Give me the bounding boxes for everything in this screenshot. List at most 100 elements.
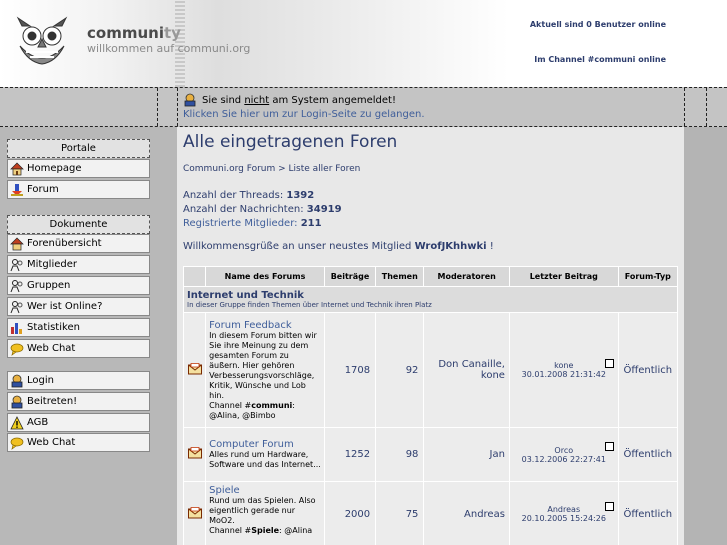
- forum-link-spiele[interactable]: Spiele: [209, 485, 321, 496]
- house-icon: [10, 162, 24, 175]
- page-header: community willkommen auf communi.org Akt…: [0, 0, 727, 87]
- sidebar-item-label: Beitreten!: [27, 396, 78, 407]
- topics-count-cell: 92: [376, 313, 424, 427]
- members-label[interactable]: Registrierte Mitglieder:: [183, 218, 301, 229]
- welcome-message: Willkommensgrüße an unser neustes Mitgli…: [183, 241, 494, 252]
- forum-icon: [11, 183, 23, 196]
- sidebar-item-label: Login: [27, 375, 54, 386]
- status-divider: [177, 88, 178, 126]
- moderators-cell[interactable]: Andreas: [424, 482, 509, 545]
- forum-name-cell: Forum Feedback In diesem Forum bitten wi…: [206, 313, 324, 427]
- forum-stats: Anzahl der Threads: 1392 Anzahl der Nach…: [183, 189, 342, 231]
- main-content: Alle eingetragenen Foren Communi.org For…: [177, 127, 684, 545]
- channel-prefix: Channel #: [209, 400, 252, 410]
- right-margin: [684, 127, 727, 545]
- forum-link-computer[interactable]: Computer Forum: [209, 439, 321, 450]
- last-post-cell: kone 30.01.2008 21:31:42: [509, 313, 618, 427]
- category-row: Internet und Technik In dieser Gruppe fi…: [184, 287, 677, 312]
- channel-online-text[interactable]: Im Channel #communi online: [534, 55, 666, 64]
- welcome-text: Willkommensgrüße an unser neustes Mitgli…: [183, 241, 415, 252]
- column-header-last-post: Letzter Beitrag: [509, 267, 618, 286]
- forum-channel-info: Channel #communi:: [209, 401, 321, 411]
- sidebar-item-label: Wer ist Online?: [27, 301, 103, 312]
- forum-type-cell: Öffentlich: [618, 428, 677, 481]
- sidebar-item-beitreten[interactable]: Beitreten!: [7, 392, 150, 411]
- goto-last-post-icon[interactable]: [604, 442, 614, 451]
- not-logged-in-link[interactable]: nicht: [244, 95, 269, 106]
- forum-status-cell: [184, 482, 206, 545]
- forum-link-feedback[interactable]: Forum Feedback: [209, 320, 321, 331]
- login-icon: [11, 374, 23, 387]
- forum-channel-users: @Alina, @Bimbo: [209, 410, 276, 420]
- icon-column-header: [184, 267, 206, 286]
- status-divider: [684, 88, 685, 126]
- sidebar-item-wer-ist-online[interactable]: Wer ist Online?: [7, 297, 150, 316]
- page-title: Alle eingetragenen Foren: [183, 132, 398, 152]
- column-header-posts: Beiträge: [324, 267, 376, 286]
- sidebar-item-mitglieder[interactable]: Mitglieder: [7, 255, 150, 274]
- users-icon: [10, 258, 23, 271]
- login-notice: Sie sind nicht am System angemeldet! Kli…: [183, 93, 425, 120]
- brand-title[interactable]: community: [87, 24, 181, 42]
- sidebar-item-gruppen[interactable]: Gruppen: [7, 276, 150, 295]
- threads-label: Anzahl der Threads:: [183, 190, 287, 201]
- sidebar-header-dokumente: Dokumente: [7, 215, 150, 234]
- forum-name-cell: Spiele Rund um das Spielen. Also eigentl…: [206, 482, 324, 545]
- envelope-icon: [187, 362, 202, 374]
- owl-logo-icon[interactable]: [12, 12, 72, 68]
- category-title[interactable]: Internet und Technik: [187, 290, 674, 301]
- sidebar-item-login[interactable]: Login: [7, 371, 150, 390]
- forum-table: Name des Forums Beiträge Themen Moderato…: [183, 266, 678, 545]
- last-post-date: 03.12.2006 22:27:41: [521, 454, 606, 464]
- forum-channel-info: Channel #Spiele: @Alina: [209, 526, 321, 536]
- last-post-cell: Andreas 20.10.2005 15:24:26: [509, 482, 618, 545]
- sidebar-item-label: Web Chat: [27, 343, 76, 354]
- newest-member-link[interactable]: WrofJKhhwki: [415, 241, 487, 252]
- forum-type-cell: Öffentlich: [618, 313, 677, 427]
- last-post-user[interactable]: kone: [511, 361, 617, 370]
- goto-last-post-icon[interactable]: [604, 502, 614, 511]
- breadcrumb-home-link[interactable]: Communi.org Forum: [183, 164, 275, 174]
- login-icon: [11, 395, 23, 408]
- last-post-user[interactable]: Andreas: [511, 505, 617, 514]
- sidebar-item-forenuebersicht[interactable]: Forenübersicht: [7, 234, 150, 253]
- posts-count: 34919: [306, 204, 342, 215]
- sidebar-item-web-chat[interactable]: Web Chat: [7, 339, 150, 358]
- sidebar-item-statistiken[interactable]: Statistiken: [7, 318, 150, 337]
- breadcrumb: Communi.org Forum > Liste aller Foren: [183, 164, 360, 174]
- status-divider: [706, 88, 707, 126]
- forum-type-cell: Öffentlich: [618, 482, 677, 545]
- house-icon: [10, 237, 24, 250]
- table-row: Spiele Rund um das Spielen. Also eigentl…: [184, 482, 677, 545]
- sidebar-item-homepage[interactable]: Homepage: [7, 159, 150, 178]
- table-header-row: Name des Forums Beiträge Themen Moderato…: [184, 267, 677, 286]
- channel-suffix: :: [292, 400, 295, 410]
- forum-name-cell: Computer Forum Alles rund um Hardware, S…: [206, 428, 324, 481]
- sidebar-item-web-chat-2[interactable]: Web Chat: [7, 433, 150, 452]
- online-users-text[interactable]: Aktuell sind 0 Benutzer online: [530, 20, 666, 29]
- forum-status-cell: [184, 313, 206, 427]
- moderators-cell[interactable]: Don Canaille, kone: [424, 313, 509, 427]
- topics-count-cell: 75: [376, 482, 424, 545]
- posts-count-cell: 1252: [324, 428, 376, 481]
- forum-status-cell: [184, 428, 206, 481]
- chat-icon: [10, 437, 24, 450]
- channel-name[interactable]: communi: [251, 401, 292, 410]
- sidebar-item-agb[interactable]: AGB: [7, 413, 150, 432]
- posts-count-cell: 2000: [324, 482, 376, 545]
- column-header-type: Forum-Typ: [618, 267, 677, 286]
- login-page-link[interactable]: Klicken Sie hier um zur Login-Seite zu g…: [183, 109, 425, 120]
- envelope-icon: [187, 506, 202, 518]
- sidebar-item-forum[interactable]: Forum: [7, 180, 150, 199]
- table-row: Computer Forum Alles rund um Hardware, S…: [184, 428, 677, 481]
- forum-description: Rund um das Spielen. Also eigentlich ger…: [209, 496, 316, 525]
- channel-prefix: Channel #: [209, 526, 252, 535]
- channel-name[interactable]: Spiele: [251, 526, 279, 535]
- last-post-cell: Orco 03.12.2006 22:27:41: [509, 428, 618, 481]
- members-count: 211: [300, 218, 322, 229]
- column-header-topics: Themen: [376, 267, 424, 286]
- moderators-cell[interactable]: Jan: [424, 428, 509, 481]
- goto-last-post-icon[interactable]: [604, 359, 614, 368]
- envelope-icon: [187, 447, 202, 459]
- last-post-user[interactable]: Orco: [511, 446, 617, 455]
